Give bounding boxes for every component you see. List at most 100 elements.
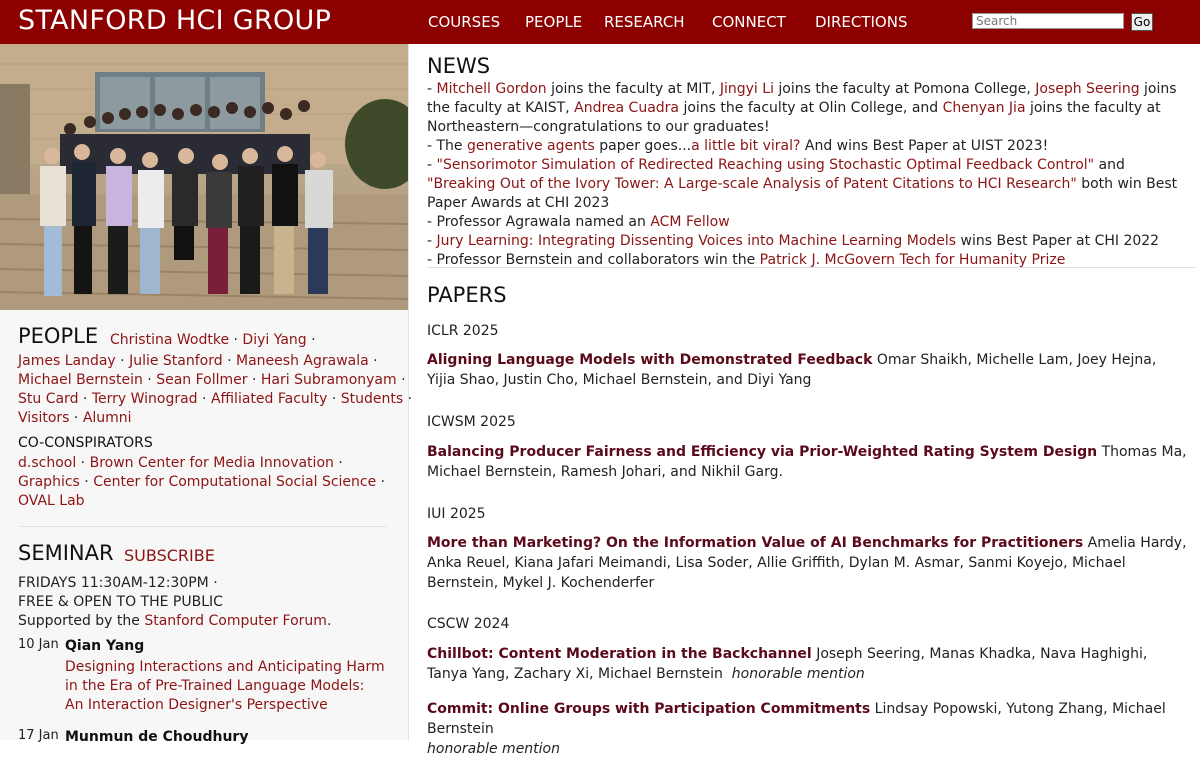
news-text: - — [427, 157, 437, 173]
person-link[interactable]: Stu Card — [18, 391, 78, 407]
venue-label: IUI 2025 — [427, 506, 486, 522]
news-text: and — [1094, 157, 1125, 173]
nav-research[interactable]: RESEARCH — [604, 13, 685, 31]
honorable-mention: honorable mention — [731, 666, 865, 682]
people-line-3: Michael Bernstein · Sean Follmer · Hari … — [18, 372, 406, 388]
talk-title[interactable]: Designing Interactions and Anticipating … — [65, 658, 385, 715]
people-line-5: Visitors · Alumni — [18, 410, 132, 426]
nav-people[interactable]: PEOPLE — [525, 13, 582, 31]
paper-entry: Chillbot: Content Moderation in the Back… — [427, 644, 1187, 684]
people-line-2: James Landay · Julie Stanford · Maneesh … — [18, 353, 378, 369]
partner-link[interactable]: Graphics — [18, 474, 80, 490]
talk-date: 10 Jan — [18, 637, 59, 652]
news-text: - — [427, 81, 437, 97]
paper-title-link[interactable]: Chillbot: Content Moderation in the Back… — [427, 646, 812, 662]
partner-link[interactable]: d.school — [18, 455, 76, 471]
news-link[interactable]: Patrick J. McGovern Tech for Humanity Pr… — [760, 252, 1066, 268]
partner-link[interactable]: Brown Center for Media Innovation — [90, 455, 334, 471]
people-heading: PEOPLE — [18, 324, 99, 348]
paper-entry: Balancing Producer Fairness and Efficien… — [427, 442, 1187, 482]
news-link[interactable]: a little bit viral? — [691, 138, 800, 154]
news-text: joins the faculty at Olin College, and — [679, 100, 943, 116]
news-item: - Jury Learning: Integrating Dissenting … — [427, 232, 1197, 251]
news-text: - Professor Agrawala named an — [427, 214, 651, 230]
visitors-link[interactable]: Visitors — [18, 410, 69, 426]
talk-speaker[interactable]: Qian Yang — [65, 638, 144, 654]
news-heading: NEWS — [427, 54, 491, 78]
venue-label: ICWSM 2025 — [427, 414, 516, 430]
paper-entry: Aligning Language Models with Demonstrat… — [427, 350, 1187, 390]
left-divider — [20, 526, 386, 527]
paper-title-link[interactable]: Commit: Online Groups with Participation… — [427, 701, 870, 717]
news-text: joins the faculty at Pomona College, — [773, 81, 1036, 97]
column-divider — [408, 44, 409, 740]
partner-link[interactable]: OVAL Lab — [18, 493, 85, 509]
news-divider — [427, 267, 1195, 268]
paper-title-link[interactable]: Balancing Producer Fairness and Efficien… — [427, 444, 1097, 460]
news-link[interactable]: Joseph Seering — [1035, 81, 1139, 97]
supported-prefix: Supported by the — [18, 613, 145, 629]
partner-link[interactable]: Center for Computational Social Science — [93, 474, 376, 490]
alumni-link[interactable]: Alumni — [83, 410, 132, 426]
nav-directions[interactable]: DIRECTIONS — [815, 13, 907, 31]
person-link[interactable]: Diyi Yang — [242, 332, 306, 348]
search-input[interactable]: Search — [972, 13, 1124, 29]
news-item: - Mitchell Gordon joins the faculty at M… — [427, 80, 1197, 137]
news-text: - The — [427, 138, 467, 154]
seminar-heading: SEMINAR — [18, 541, 114, 565]
paper-entry: More than Marketing? On the Information … — [427, 533, 1187, 593]
site-header: STANFORD HCI GROUP COURSES PEOPLE RESEAR… — [0, 0, 1200, 44]
news-link[interactable]: Jury Learning: Integrating Dissenting Vo… — [437, 233, 957, 249]
supported-suffix: . — [326, 613, 332, 629]
news-link[interactable]: Jingyi Li — [720, 81, 774, 97]
seminar-supported: Supported by the Stanford Computer Forum… — [18, 612, 331, 631]
person-link[interactable]: Julie Stanford — [129, 353, 223, 369]
people-line-4: Stu Card · Terry Winograd · Affiliated F… — [18, 391, 413, 407]
paper-title-link[interactable]: Aligning Language Models with Demonstrat… — [427, 352, 872, 368]
news-item: - "Sensorimotor Simulation of Redirected… — [427, 156, 1197, 213]
venue-label: CSCW 2024 — [427, 616, 510, 632]
left-column: PEOPLE Christina Wodtke · Diyi Yang · Ja… — [0, 44, 412, 745]
person-link[interactable]: James Landay — [18, 353, 116, 369]
nav-courses[interactable]: COURSES — [428, 13, 500, 31]
news-text: - — [427, 233, 437, 249]
search-go-button[interactable]: Go — [1131, 13, 1153, 31]
person-link[interactable]: Michael Bernstein — [18, 372, 143, 388]
seminar-time: FRIDAYS 11:30AM-12:30PM · — [18, 575, 218, 591]
person-link[interactable]: Sean Follmer — [156, 372, 247, 388]
coconspirators-line-1: d.school · Brown Center for Media Innova… — [18, 455, 343, 471]
person-link[interactable]: Christina Wodtke — [110, 332, 229, 348]
news-text: - Professor Bernstein and collaborators … — [427, 252, 760, 268]
news-link[interactable]: Mitchell Gordon — [437, 81, 547, 97]
talk-speaker[interactable]: Munmun de Choudhury — [65, 729, 248, 745]
news-text: And wins Best Paper at UIST 2023! — [800, 138, 1049, 154]
students-link[interactable]: Students — [341, 391, 403, 407]
paper-title-link[interactable]: More than Marketing? On the Information … — [427, 535, 1083, 551]
people-line-1: Christina Wodtke · Diyi Yang · — [110, 332, 316, 348]
coconspirators-line-2: Graphics · Center for Computational Soci… — [18, 474, 386, 490]
news-link[interactable]: generative agents — [467, 138, 595, 154]
coconspirators-line-3: OVAL Lab — [18, 492, 85, 511]
person-link[interactable]: Hari Subramonyam — [261, 372, 397, 388]
site-logo[interactable]: STANFORD HCI GROUP — [18, 5, 331, 36]
subscribe-link[interactable]: SUBSCRIBE — [124, 546, 215, 565]
news-item: - Professor Agrawala named an ACM Fellow — [427, 213, 1197, 232]
news-text: paper goes... — [594, 138, 692, 154]
nav-connect[interactable]: CONNECT — [712, 13, 786, 31]
news-list: - Mitchell Gordon joins the faculty at M… — [427, 80, 1197, 270]
seminar-free: FREE & OPEN TO THE PUBLIC — [18, 594, 223, 610]
person-link[interactable]: Terry Winograd — [92, 391, 198, 407]
group-photo — [0, 44, 408, 310]
talk-date: 17 Jan — [18, 728, 59, 743]
computer-forum-link[interactable]: Stanford Computer Forum — [144, 613, 327, 629]
news-link[interactable]: Andrea Cuadra — [574, 100, 679, 116]
paper-entry: Commit: Online Groups with Participation… — [427, 699, 1187, 759]
news-text: wins Best Paper at CHI 2022 — [956, 233, 1160, 249]
news-link[interactable]: Chenyan Jia — [943, 100, 1026, 116]
news-link[interactable]: "Breaking Out of the Ivory Tower: A Larg… — [427, 176, 1077, 192]
affiliated-faculty-link[interactable]: Affiliated Faculty — [211, 391, 328, 407]
honorable-mention: honorable mention — [427, 741, 560, 757]
news-link[interactable]: "Sensorimotor Simulation of Redirected R… — [437, 157, 1095, 173]
news-link[interactable]: ACM Fellow — [650, 214, 729, 230]
person-link[interactable]: Maneesh Agrawala — [236, 353, 369, 369]
